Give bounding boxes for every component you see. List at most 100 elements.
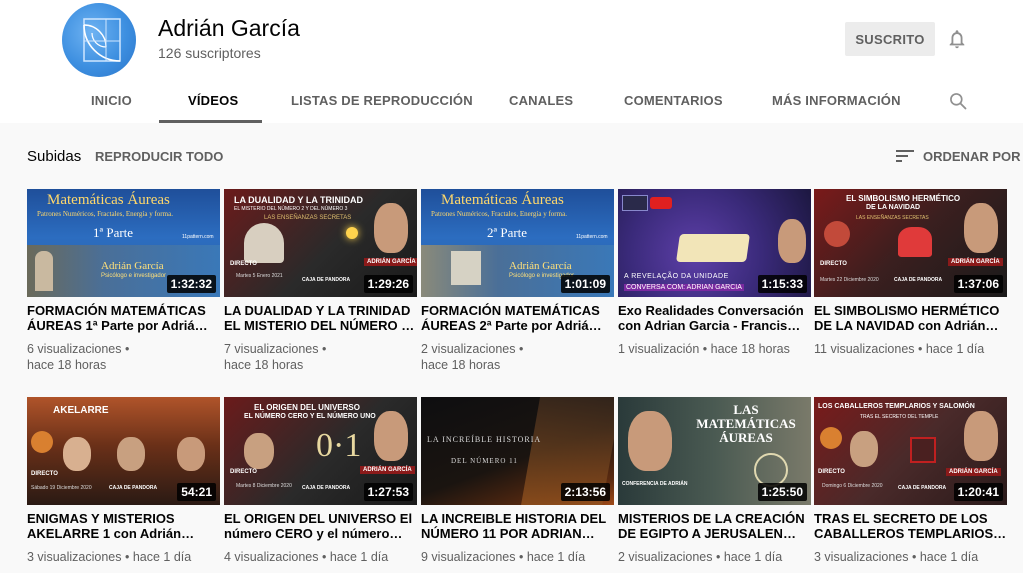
video-title[interactable]: LA DUALIDAD Y LA TRINIDAD EL MISTERIO DEL… — [224, 303, 420, 333]
thumb-title: AKELARRE — [53, 405, 109, 416]
play-all-button[interactable]: REPRODUCIR TODO — [95, 149, 223, 164]
thumb-name: Adrián García — [101, 260, 164, 272]
thumb-brand: CAJA DE PANDORA — [302, 485, 351, 491]
video-views: 9 visualizaciones — [421, 550, 516, 564]
video-age: hace 18 horas — [224, 358, 304, 372]
video-thumbnail[interactable]: LA DUALIDAD Y LA TRINIDAD EL MISTERIO DE… — [224, 189, 417, 297]
thumb-site: 11pattern.com — [576, 234, 608, 240]
video-meta: 2 visualizaciones • hace 18 horas — [421, 341, 621, 373]
tab-inicio[interactable]: INICIO — [91, 93, 132, 108]
thumb-role: Psicólogo e investigador — [101, 273, 167, 279]
thumb-name: ADRIÁN GARCÍA — [360, 466, 415, 474]
video-duration: 1:37:06 — [953, 275, 1003, 293]
tab-comments[interactable]: COMENTARIOS — [624, 93, 723, 108]
thumb-date: Sábado 19 Diciembre 2020 — [31, 485, 92, 491]
video-meta: 7 visualizaciones • hace 18 horas — [224, 341, 424, 373]
thumb-name: ADRIÁN GARCÍA — [946, 468, 1001, 476]
video-age: hace 18 horas — [27, 358, 107, 372]
thumb-title: LAS MATEMÁTICAS ÁUREAS — [696, 402, 796, 445]
video-thumbnail[interactable]: LOS CABALLEROS TEMPLARIOS Y SALOMÓN TRAS… — [814, 397, 1007, 505]
video-views: 6 visualizaciones • — [27, 342, 130, 356]
sort-button[interactable]: ORDENAR POR — [896, 146, 1021, 166]
video-views: 1 visualización — [618, 342, 700, 356]
video-duration: 1:32:32 — [166, 275, 216, 293]
thumb-brand: CAJA DE PANDORA — [109, 485, 158, 491]
video-title[interactable]: EL ORIGEN DEL UNIVERSO El número CERO y e… — [224, 511, 420, 541]
video-thumbnail[interactable]: LAS MATEMÁTICAS ÁUREAS CONFERENCIA DE AD… — [618, 397, 811, 505]
thumb-title: EL SIMBOLISMO HERMÉTICO — [846, 194, 961, 203]
subscribed-button[interactable]: SUSCRITO — [845, 22, 935, 56]
video-duration: 1:15:33 — [757, 275, 807, 293]
thumb-title: Matemáticas Áureas — [47, 192, 170, 208]
video-views: 7 visualizaciones • — [224, 342, 327, 356]
video-meta: 6 visualizaciones • hace 18 horas — [27, 341, 227, 373]
video-title[interactable]: MISTERIOS DE LA CREACIÓN DE EGIPTO A JERU… — [618, 511, 814, 541]
video-title[interactable]: LA INCREIBLE HISTORIA DEL NÚMERO 11 POR A… — [421, 511, 617, 541]
video-thumbnail[interactable]: A REVELAÇÃO DA UNIDADE CONVERSA COM: ADR… — [618, 189, 811, 297]
video-meta: 1 visualización • hace 18 horas — [618, 342, 790, 356]
thumb-title: Matemáticas Áureas — [441, 192, 564, 208]
video-meta: 3 visualizaciones • hace 1 día — [814, 550, 979, 564]
thumb-brand: CAJA DE PANDORA — [894, 277, 943, 283]
search-icon[interactable] — [948, 91, 968, 111]
video-thumbnail[interactable]: Matemáticas Áureas Patrones Numéricos, F… — [421, 189, 614, 297]
thumb-subtitle: DEL NÚMERO 11 — [451, 457, 518, 465]
sort-label: ORDENAR POR — [923, 148, 1021, 164]
thumb-date: Martes 22 Diciembre 2020 — [820, 277, 879, 283]
video-meta: 2 visualizaciones • hace 1 día — [618, 550, 783, 564]
sort-icon — [896, 150, 914, 162]
thumb-part: 2ª Parte — [487, 225, 528, 240]
thumb-part: 1ª Parte — [93, 225, 134, 240]
video-title[interactable]: Exo Realidades Conversación con Adrian Ga… — [618, 303, 814, 333]
thumb-live: DIRECTO — [820, 261, 847, 267]
video-title[interactable]: FORMACIÓN MATEMÁTICAS ÁUREAS 2ª Parte por… — [421, 303, 617, 333]
tab-videos[interactable]: VÍDEOS — [188, 93, 238, 108]
video-title[interactable]: TRAS EL SECRETO DE LOS CABALLEROS TEMPLAR… — [814, 511, 1010, 541]
thumb-subtitle: Patrones Numéricos, Fractales, Energía y… — [37, 210, 173, 218]
video-title[interactable]: ENIGMAS Y MISTERIOS AKELARRE 1 con Adrián… — [27, 511, 223, 541]
thumb-live: DIRECTO — [31, 471, 58, 477]
video-age: hace 1 día — [132, 550, 192, 564]
thumb-live: DIRECTO — [818, 469, 845, 475]
thumb-name: ADRIÁN GARCÍA — [948, 258, 1003, 266]
channel-tabs: INICIO VÍDEOS LISTAS DE REPRODUCCIÓN CAN… — [0, 80, 1023, 123]
thumb-title: EL ORIGEN DEL UNIVERSO — [254, 403, 360, 412]
thumb-brand: CAJA DE PANDORA — [898, 485, 947, 491]
video-title[interactable]: FORMACIÓN MATEMÁTICAS ÁUREAS 1ª Parte por… — [27, 303, 223, 333]
thumb-subtitle: DE LA NAVIDAD — [866, 204, 921, 211]
thumb-subtitle: TRAS EL SECRETO DEL TEMPLE — [860, 414, 939, 420]
video-thumbnail[interactable]: EL SIMBOLISMO HERMÉTICO DE LA NAVIDAD LA… — [814, 189, 1007, 297]
thumb-live: DIRECTO — [230, 469, 257, 475]
video-title[interactable]: EL SIMBOLISMO HERMÉTICO DE LA NAVIDAD con… — [814, 303, 1010, 333]
thumb-date: Martes 8 Diciembre 2020 — [236, 483, 292, 489]
subscriber-count: 126 suscriptores — [158, 45, 261, 61]
channel-avatar[interactable] — [62, 3, 136, 77]
tab-about[interactable]: MÁS INFORMACIÓN — [772, 93, 901, 108]
notification-bell-icon[interactable] — [946, 28, 968, 50]
video-age: hace 18 horas — [710, 342, 790, 356]
video-thumbnail[interactable]: LA INCREÍBLE HISTORIA DEL NÚMERO 11 2:13… — [421, 397, 614, 505]
tab-playlists[interactable]: LISTAS DE REPRODUCCIÓN — [291, 93, 473, 108]
thumb-site: 11pattern.com — [182, 234, 214, 240]
video-thumbnail[interactable]: Matemáticas Áureas Patrones Numéricos, F… — [27, 189, 220, 297]
video-thumbnail[interactable]: EL ORIGEN DEL UNIVERSO EL NÚMERO CERO Y … — [224, 397, 417, 505]
thumb-subtitle: Patrones Numéricos, Fractales, Energía y… — [431, 210, 567, 218]
channel-header: Adrián García 126 suscriptores SUSCRITO … — [0, 0, 1023, 123]
video-meta: 3 visualizaciones • hace 1 día — [27, 550, 192, 564]
video-duration: 2:13:56 — [560, 483, 610, 501]
tab-channels[interactable]: CANALES — [509, 93, 573, 108]
thumb-name: Adrián García — [509, 260, 572, 272]
active-tab-indicator — [159, 120, 262, 123]
thumb-name: ADRIÁN GARCÍA — [364, 258, 417, 266]
thumb-subtitle: EL NÚMERO CERO Y EL NÚMERO UNO — [244, 413, 376, 420]
video-age: hace 1 día — [925, 342, 985, 356]
thumb-subtitle: CONVERSA COM: ADRIAN GARCIA — [624, 284, 744, 291]
thumb-live: DIRECTO — [230, 261, 257, 267]
video-views: 3 visualizaciones — [27, 550, 122, 564]
video-views: 2 visualizaciones — [618, 550, 713, 564]
thumb-title: LA INCREÍBLE HISTORIA — [427, 435, 542, 444]
video-age: hace 1 día — [329, 550, 389, 564]
video-thumbnail[interactable]: AKELARRE DIRECTO Sábado 19 Diciembre 202… — [27, 397, 220, 505]
video-duration: 54:21 — [177, 483, 216, 501]
video-age: hace 18 horas — [421, 358, 501, 372]
